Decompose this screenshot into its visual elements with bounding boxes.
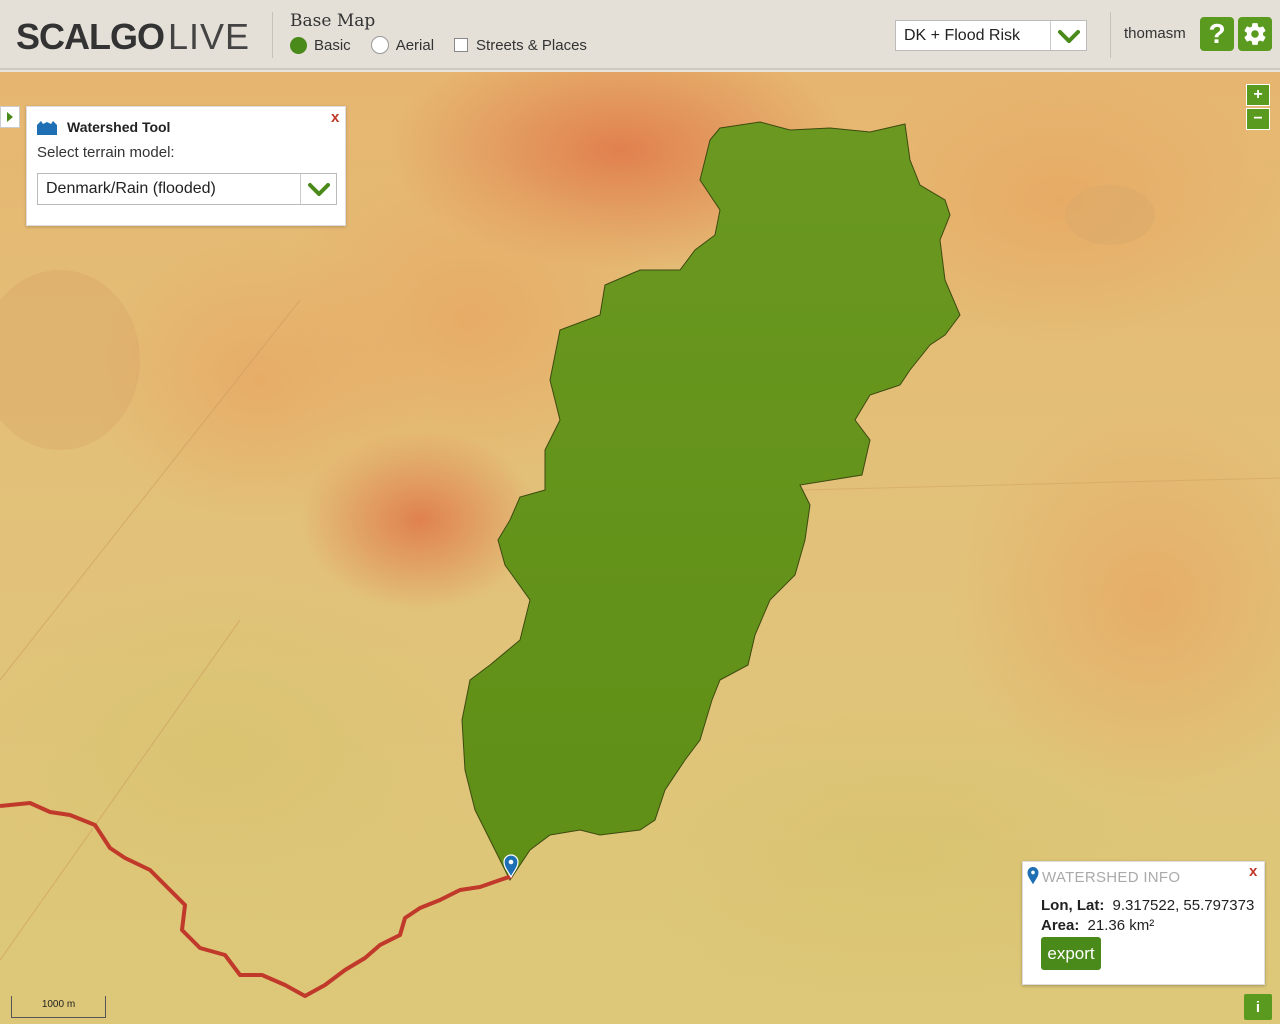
watershed-info-panel: WATERSHED INFO x Lon, Lat: 9.317522, 55.… (1022, 861, 1265, 985)
layer-select[interactable]: DK + Flood Risk (895, 20, 1087, 51)
help-icon: ? (1208, 18, 1226, 49)
terrain-model-value: Denmark/Rain (flooded) (46, 180, 216, 197)
basemap-option-basic[interactable]: Basic (290, 36, 351, 54)
watershed-tool-panel: Watershed Tool x Select terrain model: D… (26, 106, 346, 226)
username[interactable]: thomasm (1124, 25, 1186, 42)
header-divider (1110, 12, 1111, 58)
basemap-option-aerial[interactable]: Aerial (370, 36, 435, 54)
streets-checkbox[interactable] (454, 38, 469, 52)
zoom-in-button[interactable]: + (1246, 84, 1270, 106)
terrain-model-label: Select terrain model: (37, 144, 175, 161)
chevron-down-icon[interactable] (300, 174, 336, 204)
layer-select-value: DK + Flood Risk (904, 27, 1021, 44)
logo-light-text: LIVE (168, 16, 251, 57)
basemap-options: Basic Aerial Streets & Places (290, 36, 607, 54)
header-divider (272, 12, 273, 58)
radio-basic[interactable] (290, 36, 307, 54)
app-logo: SCALGO LIVE (16, 16, 251, 57)
basemap-title: Base Map (290, 11, 376, 31)
area-value: 21.36 km² (1087, 917, 1155, 934)
streets-label: Streets & Places (476, 36, 587, 54)
terrain-model-select[interactable]: Denmark/Rain (flooded) (37, 173, 337, 205)
streets-places-toggle[interactable]: Streets & Places (454, 37, 587, 54)
export-button[interactable]: export (1041, 937, 1101, 970)
gear-icon (1244, 23, 1266, 45)
scale-bar: 1000 m (11, 996, 106, 1018)
settings-button[interactable] (1238, 17, 1272, 51)
info-button[interactable]: i (1244, 994, 1272, 1020)
terrain-relief (90, 240, 430, 520)
info-title: WATERSHED INFO (1042, 869, 1181, 886)
lonlat-row: Lon, Lat: 9.317522, 55.797373 (1041, 897, 1254, 914)
help-button[interactable]: ? (1200, 17, 1234, 51)
chevron-down-icon[interactable] (1050, 21, 1086, 50)
caret-right-icon (7, 112, 13, 122)
tool-close-button[interactable]: x (331, 109, 339, 126)
lonlat-label: Lon, Lat: (1041, 897, 1105, 914)
radio-aerial[interactable] (370, 36, 389, 54)
side-panel-toggle[interactable] (0, 106, 20, 128)
info-close-button[interactable]: x (1249, 863, 1257, 880)
tool-title: Watershed Tool (67, 119, 171, 135)
zoom-out-button[interactable]: − (1246, 108, 1270, 130)
basemap-option-label: Aerial (395, 36, 435, 54)
area-label: Area: (1041, 917, 1080, 934)
town-area (1065, 185, 1155, 245)
logo-strong-text: SCALGO (16, 16, 165, 57)
top-bar: SCALGO LIVE Base Map Basic Aerial Street… (0, 0, 1280, 70)
map-pin-icon (1027, 867, 1039, 885)
area-row: Area: 21.36 km² (1041, 917, 1154, 934)
watershed-tool-icon (37, 121, 57, 135)
basemap-option-label: Basic (314, 36, 351, 54)
lonlat-value: 9.317522, 55.797373 (1112, 897, 1255, 914)
